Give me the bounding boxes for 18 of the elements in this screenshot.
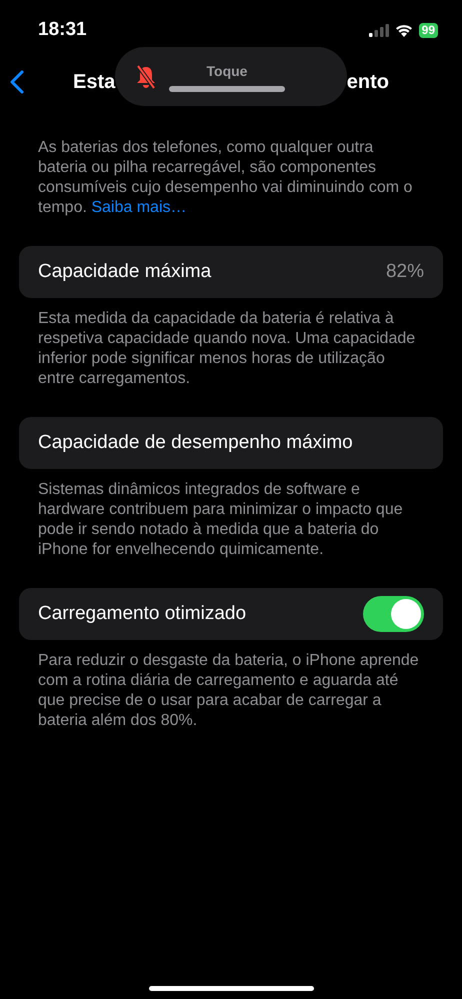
- back-icon[interactable]: [10, 70, 24, 94]
- toggle-switch[interactable]: [363, 596, 424, 632]
- battery-level: 99: [418, 22, 438, 38]
- row-label: Carregamento otimizado: [38, 602, 246, 626]
- nav-title: Esta: [73, 70, 116, 95]
- wifi-icon: [394, 24, 413, 36]
- learn-more-link[interactable]: Saiba mais…: [91, 199, 187, 216]
- row-label: Capacidade de desempenho máximo: [38, 430, 353, 455]
- hud-label: Toque: [206, 62, 248, 81]
- row-label: Capacidade máxima: [38, 260, 212, 284]
- clock-time: 18:31: [38, 18, 87, 42]
- intro-text: As baterias dos telefones, como qualquer outra bateria ou pilha recarregável, são componentes consumíveis cujo desempenho vai diminuindo com o tempo. Saiba mais…: [37, 138, 414, 218]
- footer-text: Para reduzir o desgaste da bateria, o iPhone aprende com a rotina diária de carregamento e aguarda até que precise de o usar para acabar de carregar a bateria além dos 80%.: [37, 651, 420, 731]
- nav-title: ento: [346, 70, 389, 95]
- footer-text: Sistemas dinâmicos integrados de software e hardware contribuem para minimizar o impacto que pode ir sendo notado à medida que a bateria do iPhone for envelhecendo quimicamente.: [37, 480, 404, 560]
- footer-text: Esta medida da capacidade da bateria é relativa à respetiva capacidade quando nova. Uma capacidade inferior pode significar menos horas de utilização entre carregamentos.: [37, 309, 416, 389]
- row-value: 82%: [386, 260, 424, 284]
- signal-icon: [368, 24, 389, 36]
